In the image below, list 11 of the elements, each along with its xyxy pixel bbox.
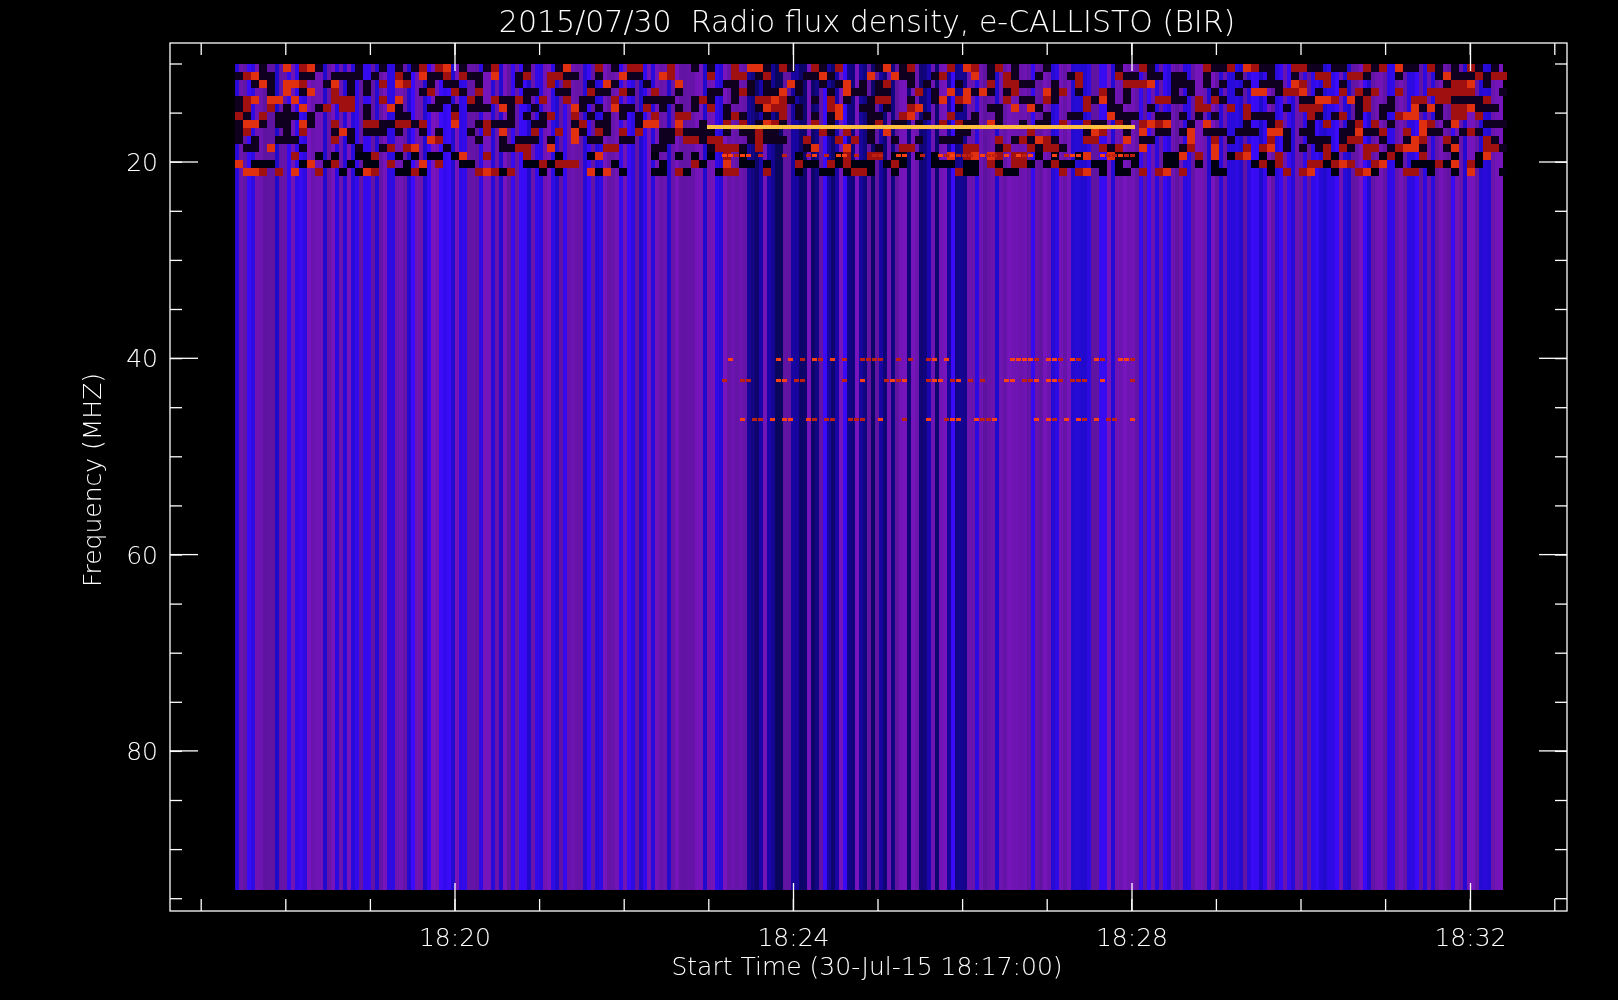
- y-tick-label: 60: [126, 540, 158, 570]
- y-tick-label: 40: [126, 344, 158, 374]
- x-tick-label: 18:28: [1096, 923, 1168, 952]
- x-axis-label: Start Time (30-Jul-15 18:17:00): [671, 952, 1063, 981]
- y-tick-label: 20: [126, 148, 158, 177]
- x-tick-label: 18:24: [757, 923, 830, 952]
- x-tick-label: 18:32: [1434, 923, 1507, 952]
- plot-title: 2015/07/30 Radio flux density, e-CALLISTO (BIR): [498, 4, 1236, 39]
- y-tick-label: 80: [126, 736, 158, 766]
- y-axis-label: Frequency (MHZ): [78, 372, 107, 588]
- x-tick-label: 18:20: [419, 923, 491, 952]
